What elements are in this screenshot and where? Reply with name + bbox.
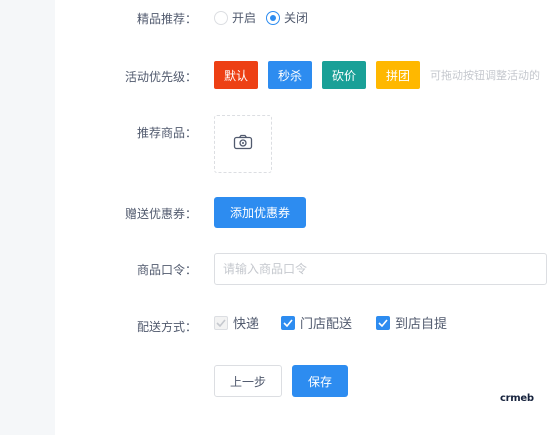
featured-option-off-label: 关闭 bbox=[284, 11, 309, 25]
featured-option-on[interactable]: 开启 bbox=[214, 9, 256, 26]
priority-hint: 可拖动按钮调整活动的 bbox=[430, 69, 540, 82]
checkbox-disabled-icon bbox=[214, 315, 228, 330]
delivery-option-express-label: 快递 bbox=[233, 317, 260, 332]
left-gutter bbox=[0, 0, 55, 435]
password-input[interactable] bbox=[214, 253, 547, 285]
priority-bargain-button[interactable]: 砍价 bbox=[322, 61, 366, 89]
delivery-option-pickup-label: 到店自提 bbox=[395, 317, 448, 332]
coupon-label: 赠送优惠券： bbox=[124, 207, 197, 221]
delivery-option-store-label: 门店配送 bbox=[300, 317, 353, 332]
checkbox-checked-icon bbox=[281, 315, 295, 330]
camera-icon bbox=[233, 134, 253, 154]
priority-label: 活动优先级： bbox=[124, 70, 197, 84]
checkbox-checked-icon bbox=[376, 315, 390, 330]
delivery-option-express[interactable]: 快递 bbox=[214, 313, 259, 332]
save-button[interactable]: 保存 bbox=[292, 365, 348, 397]
brand-logo: crmeb bbox=[500, 393, 534, 404]
priority-seckill-button[interactable]: 秒杀 bbox=[268, 61, 312, 89]
featured-option-on-label: 开启 bbox=[232, 11, 257, 25]
featured-label: 精品推荐： bbox=[136, 12, 197, 26]
recommend-goods-label: 推荐商品： bbox=[136, 126, 197, 140]
delivery-option-pickup[interactable]: 到店自提 bbox=[376, 313, 447, 332]
radio-icon bbox=[214, 10, 228, 25]
add-coupon-button[interactable]: 添加优惠券 bbox=[214, 197, 306, 228]
featured-option-off[interactable]: 关闭 bbox=[266, 9, 308, 26]
password-label: 商品口令： bbox=[136, 263, 197, 277]
delivery-option-store[interactable]: 门店配送 bbox=[281, 313, 352, 332]
radio-checked-icon bbox=[266, 10, 280, 25]
priority-group-button[interactable]: 拼团 bbox=[376, 61, 420, 89]
recommend-goods-upload[interactable] bbox=[214, 115, 272, 173]
priority-default-button[interactable]: 默认 bbox=[214, 61, 258, 89]
prev-step-button[interactable]: 上一步 bbox=[214, 365, 282, 397]
delivery-label: 配送方式： bbox=[136, 320, 197, 334]
